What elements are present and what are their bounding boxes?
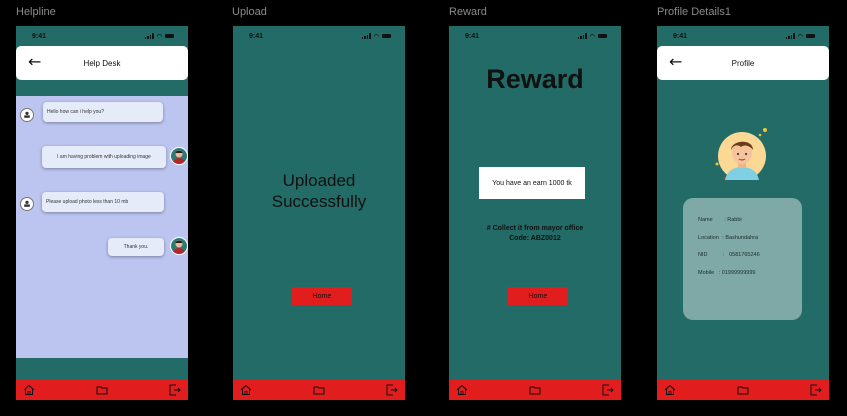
battery-icon [165, 34, 174, 38]
status-time: 9:41 [249, 32, 264, 40]
home-button[interactable]: Home [292, 287, 352, 305]
page-title: Profile [731, 58, 755, 68]
field-label: Location [698, 234, 719, 241]
user-avatar [170, 147, 188, 165]
chat-message-user: I am having problem with uploading image [42, 146, 166, 168]
status-bar: 9:41 ◠ [16, 26, 188, 46]
upload-screen: 9:41 ◠ Uploaded Successfully Home [233, 26, 405, 400]
profile-info-card: Name : Rabbi Location : Bashundahra NID … [683, 198, 802, 320]
battery-icon [382, 34, 391, 38]
bot-icon [24, 200, 30, 207]
bottom-nav [449, 380, 621, 400]
folder-icon[interactable] [529, 384, 541, 396]
folder-icon[interactable] [313, 384, 325, 396]
status-bar: 9:41 ◠ [449, 26, 621, 46]
home-icon[interactable] [240, 384, 252, 396]
bot-avatar [20, 197, 34, 211]
profile-fields: Name : Rabbi Location : Bashundahra NID … [698, 212, 760, 282]
signal-icon [785, 33, 795, 39]
home-button[interactable]: Home [508, 287, 568, 305]
field-value: Bashundahra [725, 234, 759, 241]
home-icon[interactable] [23, 384, 35, 396]
help-desk-header: ← Help Desk [16, 46, 188, 80]
back-arrow-icon[interactable]: ← [28, 52, 41, 71]
collect-location-text: # Collect it from mayor office [486, 225, 584, 232]
home-icon[interactable] [664, 384, 676, 396]
chat-message-bot: Please upload photo less than 10 mb [42, 192, 164, 212]
bottom-nav [657, 380, 829, 400]
field-value: 01999999999 [721, 269, 756, 276]
upload-success-line1: Uploaded [282, 171, 356, 190]
user-photo-icon [173, 150, 185, 164]
frame-label-helpline: Helpline [16, 6, 56, 18]
back-arrow-icon[interactable]: ← [669, 52, 682, 71]
field-label: NID [698, 252, 708, 258]
battery-icon [806, 34, 815, 38]
frame-label-upload: Upload [232, 6, 267, 18]
wifi-icon: ◠ [589, 33, 595, 40]
profile-header: ← Profile [657, 46, 829, 80]
bottom-nav [16, 380, 188, 400]
profile-field-location: Location : Bashundahra [698, 230, 760, 248]
field-value: 0581765246 [729, 252, 760, 258]
profile-field-name: Name : Rabbi [698, 212, 760, 230]
field-separator: : [724, 217, 726, 223]
chat-message-bot: Hello how can i help you? [43, 102, 163, 122]
upload-success-line2: Successfully [271, 192, 367, 211]
bot-avatar [20, 108, 34, 122]
wifi-icon: ◠ [797, 33, 803, 40]
status-icons: ◠ [144, 33, 174, 40]
reward-title: Reward [486, 64, 584, 94]
user-photo-icon [173, 240, 185, 254]
field-value: Rabbi [727, 217, 742, 223]
wifi-icon: ◠ [156, 33, 162, 40]
logout-icon[interactable] [386, 384, 398, 396]
wifi-icon: ◠ [373, 33, 379, 40]
profile-avatar [715, 128, 767, 180]
upload-success-message: Uploaded Successfully [233, 170, 405, 212]
logout-icon[interactable] [810, 384, 822, 396]
battery-icon [598, 34, 607, 38]
chat-input-bar [16, 358, 188, 380]
field-label: Name [698, 217, 713, 223]
chat-message-user: Thank you. [108, 238, 164, 256]
status-icons: ◠ [785, 33, 815, 40]
field-separator: : [723, 252, 725, 258]
reward-code-text: Code: ABZ0012 [509, 235, 561, 242]
user-avatar [170, 237, 188, 255]
field-label: Mobile [698, 269, 715, 276]
page-title: Help Desk [83, 58, 121, 68]
field-separator: : [722, 234, 724, 241]
frame-label-reward: Reward [449, 6, 487, 18]
signal-icon [577, 33, 587, 39]
profile-field-mobile: Mobile : 01999999999 [698, 265, 760, 283]
earn-amount-box: You have an earn 1000 tk [479, 167, 585, 199]
status-bar: 9:41 ◠ [233, 26, 405, 46]
status-time: 9:41 [465, 32, 480, 40]
signal-icon [144, 33, 154, 39]
chat-area[interactable]: Hello how can i help you? I am having pr… [16, 96, 188, 358]
frame-label-profile: Profile Details1 [657, 6, 731, 18]
logout-icon[interactable] [169, 384, 181, 396]
field-separator: : [718, 269, 721, 276]
status-time: 9:41 [32, 32, 47, 40]
helpline-screen: 9:41 ◠ ← Help Desk Hello how can i help … [16, 26, 188, 400]
signal-icon [361, 33, 371, 39]
bot-icon [24, 111, 30, 118]
status-bar: 9:41 ◠ [657, 26, 829, 46]
profile-field-nid: NID : 0581765246 [698, 247, 760, 265]
bottom-nav [233, 380, 405, 400]
status-icons: ◠ [577, 33, 607, 40]
home-icon[interactable] [456, 384, 468, 396]
profile-screen: 9:41 ◠ ← Profile Name : Rabbi Location:… [657, 26, 829, 400]
folder-icon[interactable] [96, 384, 108, 396]
collect-info: # Collect it from mayor office Code: ABZ… [449, 224, 621, 244]
status-time: 9:41 [673, 32, 688, 40]
folder-icon[interactable] [737, 384, 749, 396]
logout-icon[interactable] [602, 384, 614, 396]
reward-screen: 9:41 ◠ Reward You have an earn 1000 tk #… [449, 26, 621, 400]
status-icons: ◠ [361, 33, 391, 40]
